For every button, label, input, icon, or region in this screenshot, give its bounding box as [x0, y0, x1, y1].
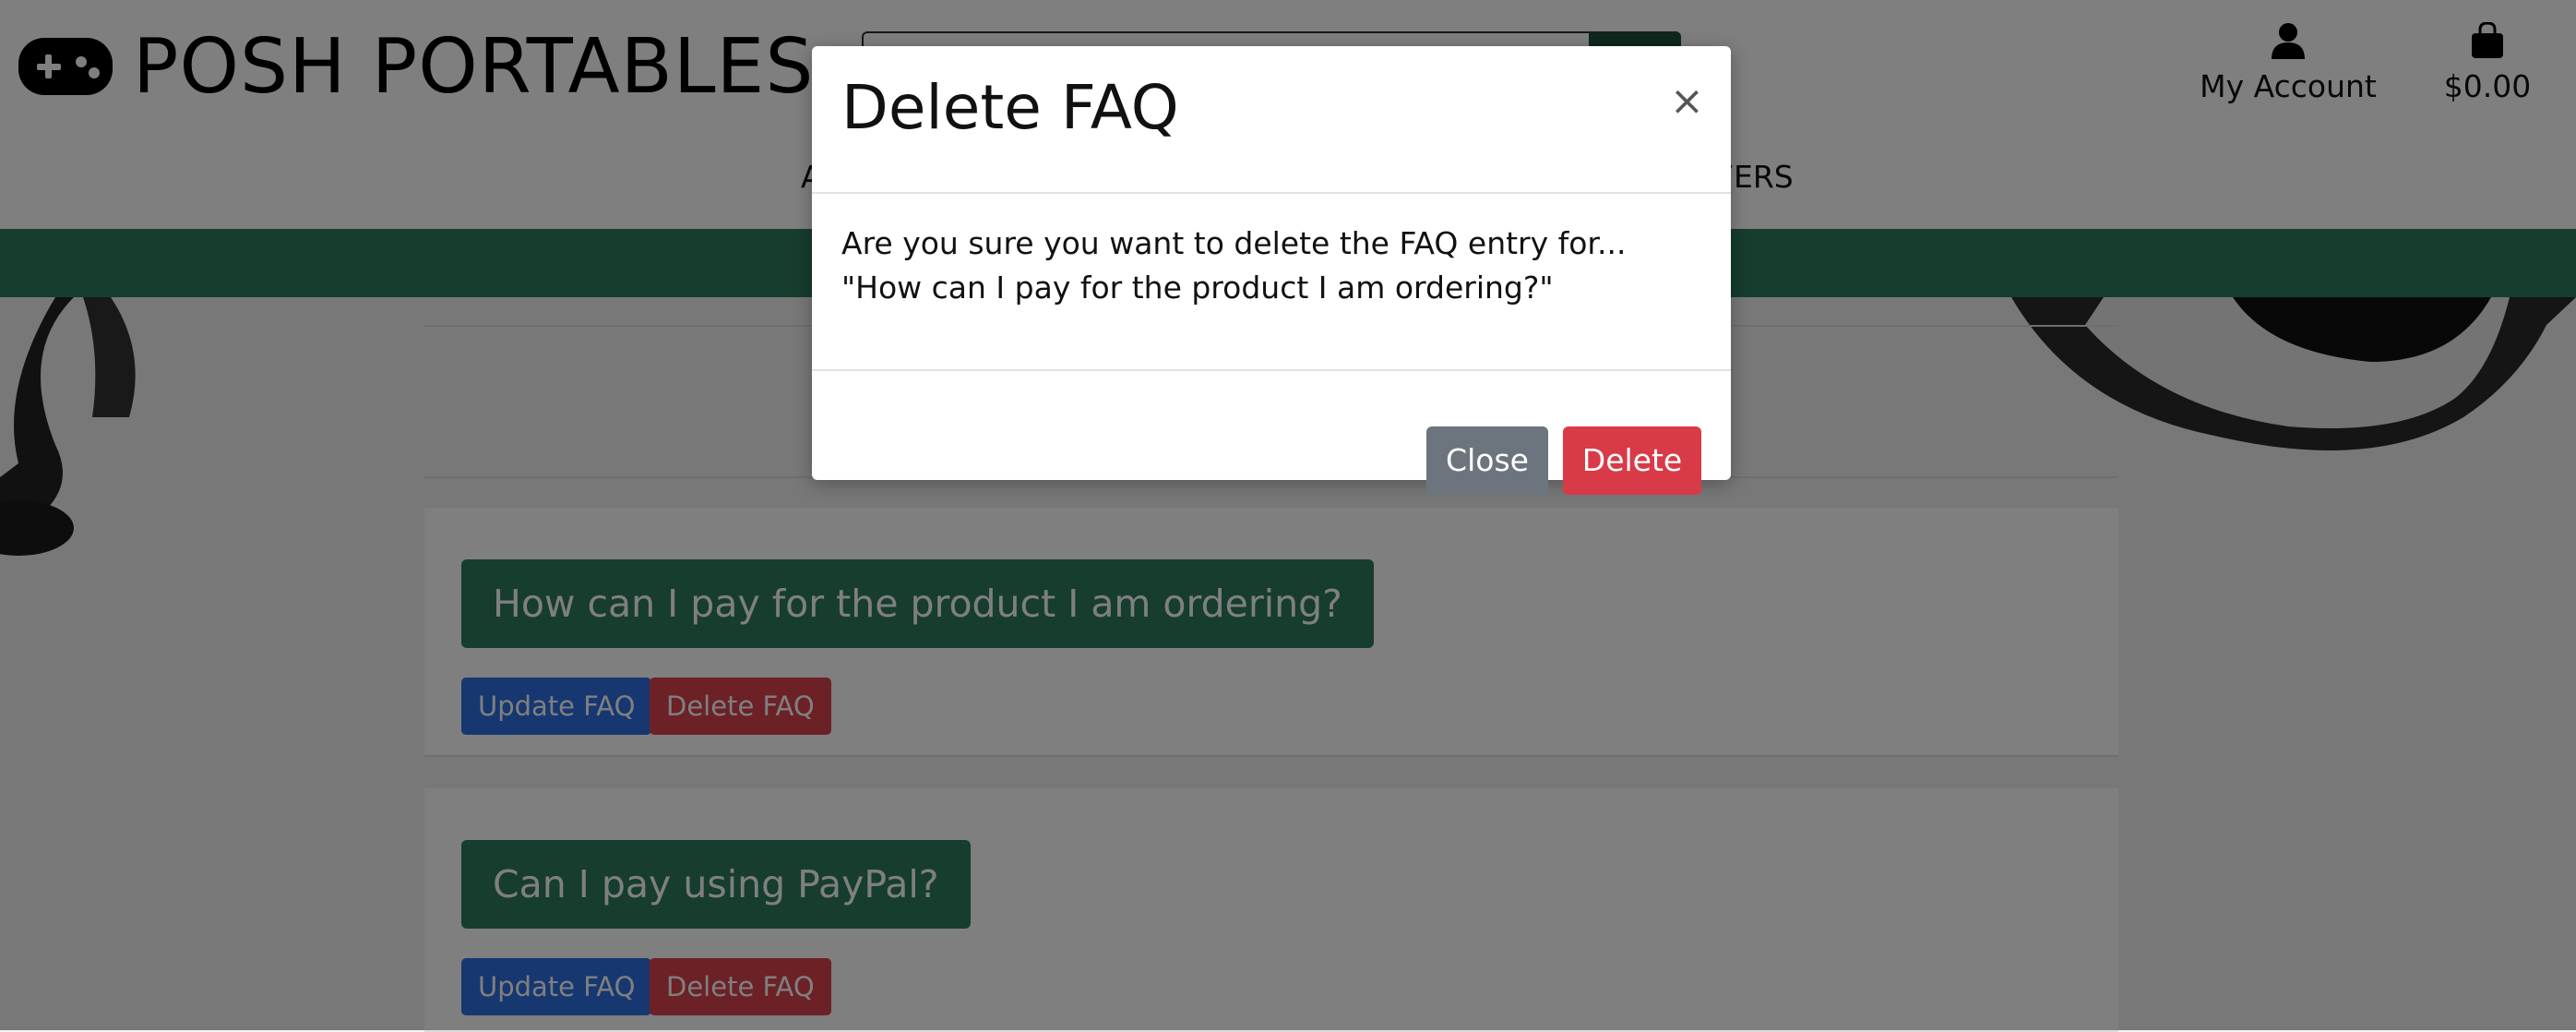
- modal-title: Delete FAQ: [841, 72, 1179, 143]
- modal-body-text: Are you sure you want to delete the FAQ …: [841, 225, 1627, 306]
- close-button[interactable]: Close: [1426, 426, 1548, 495]
- modal-header: Delete FAQ ×: [812, 46, 1731, 194]
- modal-footer: Close Delete: [812, 369, 1731, 495]
- delete-faq-modal: Delete FAQ × Are you sure you want to de…: [812, 46, 1731, 495]
- confirm-delete-button[interactable]: Delete: [1563, 426, 1701, 495]
- close-icon[interactable]: ×: [1670, 78, 1704, 125]
